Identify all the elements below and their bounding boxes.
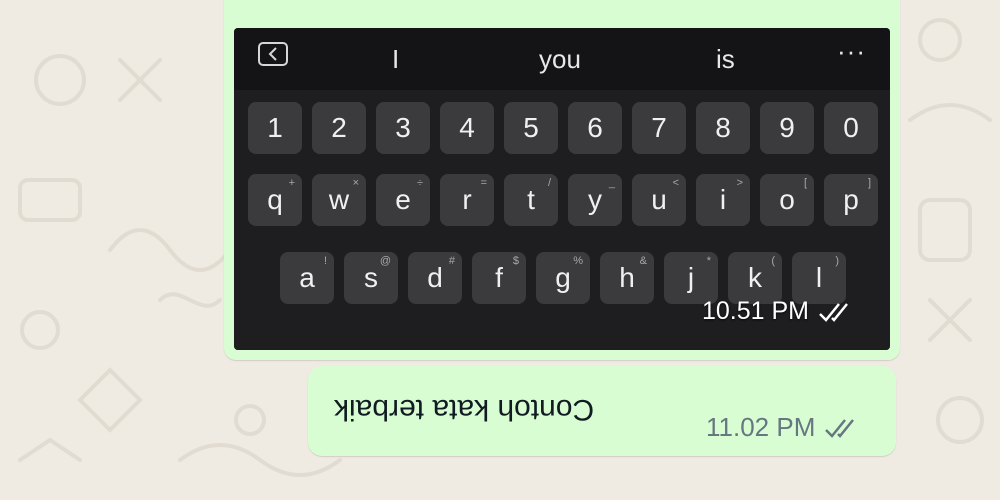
key: 6	[568, 102, 622, 154]
key-label: d	[427, 262, 443, 293]
suggestion-word: I	[392, 44, 400, 74]
keyboard-screenshot-image[interactable]: I you is ··· 1 2 3 4 5 6 7 8 9 0 q + w × e…	[234, 28, 890, 350]
more-icon: ···	[837, 36, 866, 66]
key: t /	[504, 174, 558, 226]
key-hint: (	[771, 255, 775, 267]
key-hint: ÷	[416, 177, 423, 189]
key: u <	[632, 174, 686, 226]
message-text: Contoh kata terbaik	[334, 393, 595, 426]
key-hint: _	[608, 177, 615, 189]
suggestion-bar: I you is ···	[234, 28, 890, 90]
key: 3	[376, 102, 430, 154]
key-label: l	[815, 262, 823, 293]
key-label: i	[719, 184, 727, 215]
timestamp-text: 10.51 PM	[702, 297, 810, 325]
key-hint: ×	[352, 177, 359, 189]
key-label: e	[395, 184, 411, 215]
chevron-left-box-icon	[258, 42, 288, 66]
key-hint: <	[672, 177, 679, 189]
key: 4	[440, 102, 494, 154]
image-message-bubble[interactable]: I you is ··· 1 2 3 4 5 6 7 8 9 0 q + w × e…	[224, 0, 900, 360]
key: r =	[440, 174, 494, 226]
key-label: k	[748, 262, 762, 293]
key-hint: #	[448, 255, 455, 267]
key: i >	[696, 174, 750, 226]
key: q +	[248, 174, 302, 226]
key-hint: +	[288, 177, 295, 189]
key-hint: )	[835, 255, 839, 267]
suggestion-word: you	[539, 44, 581, 74]
key-label: o	[779, 184, 795, 215]
key: y _	[568, 174, 622, 226]
key: 5	[504, 102, 558, 154]
key-label: p	[843, 184, 859, 215]
key: h &	[600, 252, 654, 304]
key-label: f	[495, 262, 503, 293]
key-label: r	[462, 184, 472, 215]
key: g%	[536, 252, 590, 304]
key-hint: $	[512, 255, 519, 267]
key-hint: @	[379, 255, 391, 267]
key-hint: &	[639, 255, 647, 267]
key: 9	[760, 102, 814, 154]
key-label: q	[267, 184, 283, 215]
key-label: g	[555, 262, 571, 293]
suggestion-word: is	[716, 44, 735, 74]
key-label: s	[364, 262, 378, 293]
key-hint: ]	[867, 177, 871, 189]
key: 8	[696, 102, 750, 154]
image-message-timestamp: 10.51 PM	[702, 297, 859, 326]
key: 7	[632, 102, 686, 154]
key: 0	[824, 102, 878, 154]
key-hint: [	[803, 177, 807, 189]
key-label: a	[299, 262, 315, 293]
key-label: u	[651, 184, 667, 215]
double-check-icon	[819, 302, 848, 322]
qwerty-row: q + w × e ÷ r = t / y _ u < i > o[ p]	[234, 174, 890, 228]
number-row: 1 2 3 4 5 6 7 8 9 0	[234, 102, 890, 156]
key-label: j	[687, 262, 695, 293]
key-hint: /	[547, 177, 551, 189]
key: e ÷	[376, 174, 430, 226]
key: o[	[760, 174, 814, 226]
key-hint: !	[323, 255, 327, 267]
key: w ×	[312, 174, 366, 226]
text-message-bubble[interactable]: Contoh kata terbaik 11.02 PM	[308, 366, 896, 456]
key: d #	[408, 252, 462, 304]
key-label: t	[527, 184, 535, 215]
timestamp-text: 11.02 PM	[706, 412, 816, 442]
key: f $	[472, 252, 526, 304]
key: p]	[824, 174, 878, 226]
key-hint: >	[736, 177, 743, 189]
key: s @	[344, 252, 398, 304]
key: 1	[248, 102, 302, 154]
key: a!	[280, 252, 334, 304]
key-label: w	[328, 184, 350, 215]
text-message-timestamp: 11.02 PM	[706, 412, 865, 443]
key-hint: =	[480, 177, 487, 189]
key: 2	[312, 102, 366, 154]
key-hint: *	[706, 255, 711, 267]
key-label: h	[619, 262, 635, 293]
key-label: y	[588, 184, 602, 215]
double-check-icon	[825, 418, 855, 438]
key-hint: %	[573, 255, 583, 267]
